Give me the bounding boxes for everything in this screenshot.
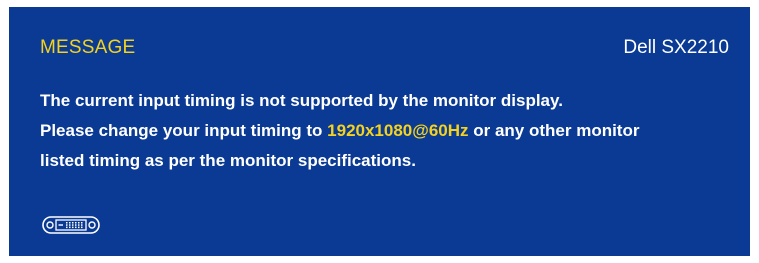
osd-title: MESSAGE <box>40 37 136 58</box>
osd-message-panel: MESSAGE Dell SX2210 The current input ti… <box>9 7 750 256</box>
message-line-3: listed timing as per the monitor specifi… <box>40 146 740 176</box>
osd-message-body: The current input timing is not supporte… <box>40 86 740 176</box>
monitor-model-label: Dell SX2210 <box>623 37 729 58</box>
message-line-1: The current input timing is not supporte… <box>40 86 740 116</box>
osd-frame: MESSAGE Dell SX2210 The current input ti… <box>9 7 750 256</box>
message-line-2: Please change your input timing to 1920x… <box>40 116 740 146</box>
message-line-2-before: Please change your input timing to <box>40 121 328 140</box>
message-line-1-text: The current input timing is not supporte… <box>40 91 563 110</box>
recommended-timing: 1920x1080@60Hz <box>327 121 469 140</box>
message-line-2-after: or any other monitor <box>468 121 640 140</box>
dvi-connector-icon <box>42 216 100 234</box>
message-line-3-text: listed timing as per the monitor specifi… <box>40 151 416 170</box>
